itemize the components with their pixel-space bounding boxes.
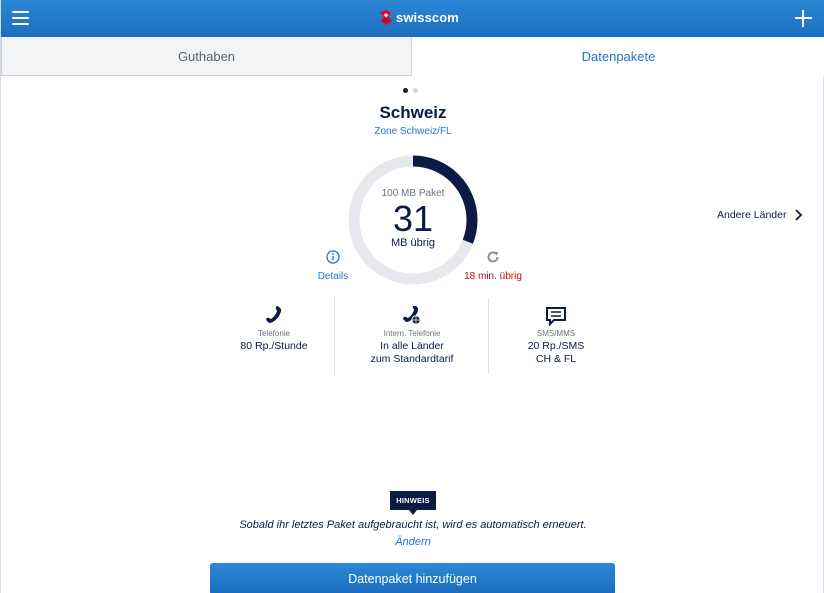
- tariff-sms-mms: SMS/MMS 20 Rp./SMS CH & FL: [479, 304, 633, 366]
- country-title: Schweiz: [379, 103, 447, 122]
- info-icon: [326, 250, 340, 264]
- hint-text: Sobald ihr letztes Paket aufgebraucht is…: [239, 519, 587, 531]
- phone-icon: [266, 306, 282, 323]
- chevron-right-icon: [795, 209, 803, 221]
- other-countries-label: Andere Länder: [717, 209, 787, 221]
- renewal-status: 18 min. übrig: [453, 250, 533, 282]
- hamburger-menu-icon[interactable]: [12, 11, 29, 26]
- top-bar: swisscom: [1, 0, 824, 37]
- hint-badge: HINWEIS: [390, 491, 436, 515]
- tariff-name: Telefonie: [257, 329, 291, 338]
- remaining-unit: MB übrig: [390, 237, 436, 249]
- pager-dot[interactable]: [413, 88, 418, 93]
- tariff-name: SMS/MMS: [536, 329, 576, 338]
- sms-message-icon: [546, 307, 566, 326]
- app-window: swisscom Guthaben Datenpakete Schweiz Zo…: [0, 0, 824, 593]
- pager-dots: [403, 88, 418, 93]
- swisscom-logo-icon: [380, 10, 392, 25]
- tariff-value: 80 Rp./Stunde: [240, 340, 308, 352]
- other-countries-link[interactable]: Andere Länder: [717, 208, 805, 222]
- tariff-value: 20 Rp./SMS CH & FL: [527, 340, 585, 365]
- international-phone-icon: [403, 306, 421, 325]
- details-label: Details: [317, 271, 349, 282]
- plus-icon[interactable]: [795, 10, 812, 27]
- tariff-name: Intern. Telefonie: [383, 329, 441, 338]
- remaining-value: 31: [392, 198, 434, 239]
- change-link[interactable]: Ändern: [1, 536, 824, 548]
- brand-name: swisscom: [396, 10, 459, 25]
- tab-guthaben[interactable]: Guthaben: [1, 37, 412, 76]
- brand-logo: swisscom: [379, 9, 459, 26]
- tab-bar: Guthaben Datenpakete: [1, 37, 824, 76]
- tab-datenpakete[interactable]: Datenpakete: [412, 37, 824, 76]
- zone-link[interactable]: Zone Schweiz/FL: [1, 126, 824, 137]
- renewal-time-label: 18 min. übrig: [464, 271, 522, 282]
- details-button[interactable]: Details: [313, 250, 353, 282]
- add-data-package-button[interactable]: Datenpaket hinzufügen: [210, 563, 615, 593]
- tariff-intern-telefonie: Intern. Telefonie In alle Länder zum Stan…: [335, 304, 489, 366]
- tariff-telefonie: Telefonie 80 Rp./Stunde: [197, 304, 351, 353]
- tariff-value: In alle Länder zum Standardtarif: [370, 340, 454, 365]
- refresh-icon: [487, 251, 499, 263]
- pager-dot-active[interactable]: [403, 88, 408, 93]
